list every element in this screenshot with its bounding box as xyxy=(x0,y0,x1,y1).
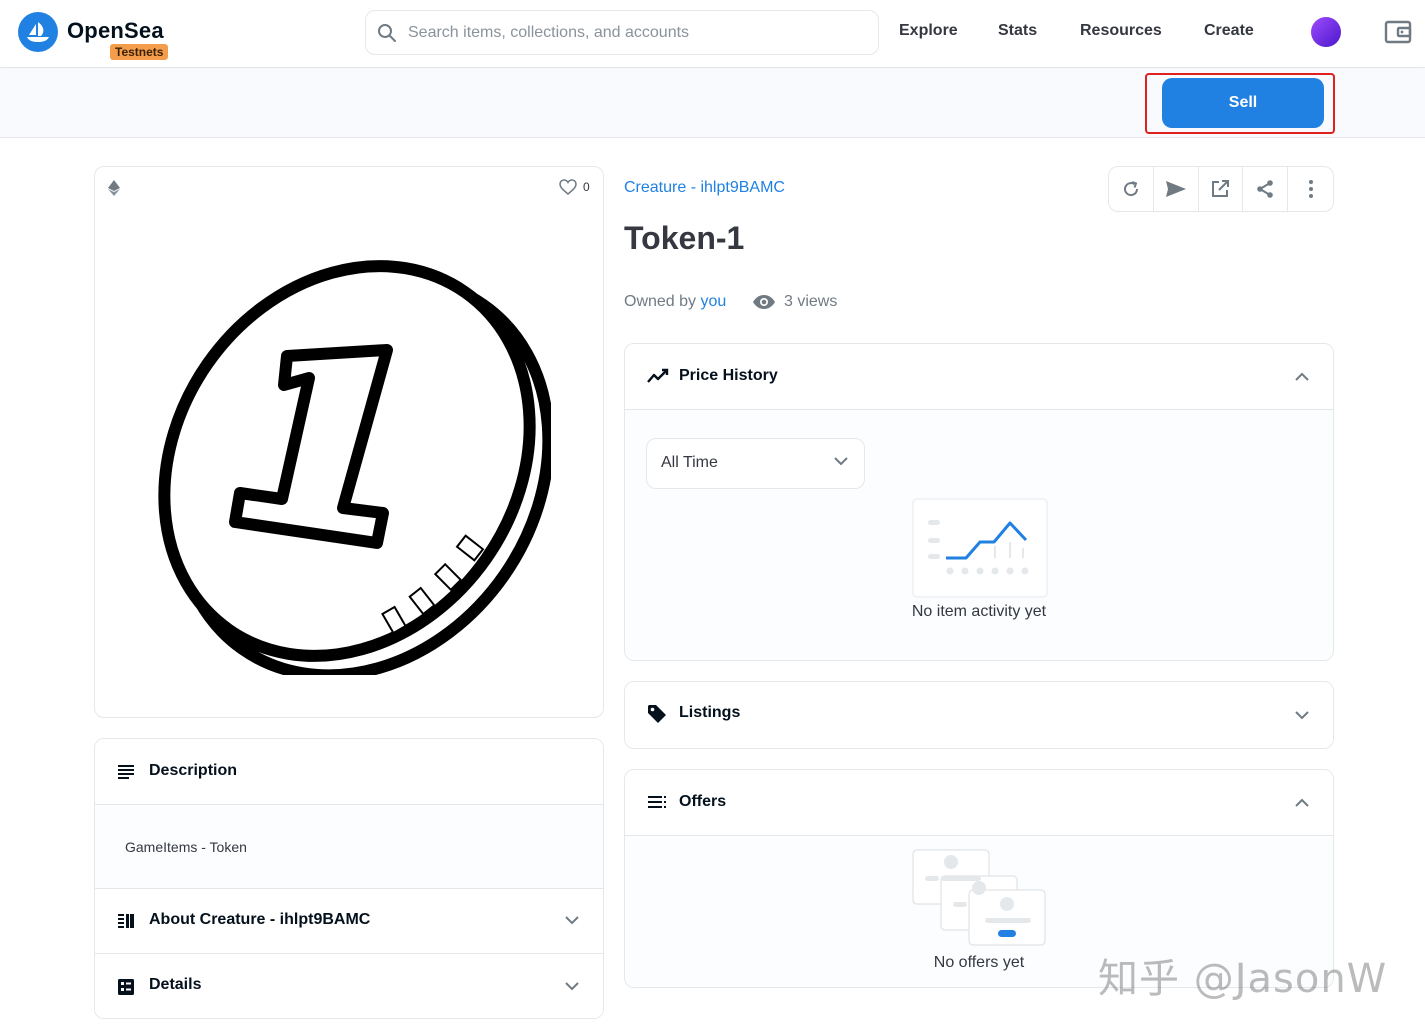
empty-offers-icon xyxy=(912,849,1046,946)
search-input[interactable] xyxy=(408,11,868,54)
view-count: 3 views xyxy=(752,293,837,311)
listings-accordion[interactable]: Listings xyxy=(624,681,1334,749)
price-history-header[interactable]: Price History xyxy=(625,344,1333,410)
details-grid-icon xyxy=(118,979,134,995)
offers-title: Offers xyxy=(679,793,727,810)
owned-by: Owned by you xyxy=(624,293,726,311)
details-title: Details xyxy=(149,976,202,993)
owner-link[interactable]: you xyxy=(701,293,727,310)
brand-name[interactable]: OpenSea xyxy=(67,18,164,44)
about-collection-accordion[interactable]: About Creature - ihlpt9BAMC xyxy=(95,889,603,954)
chevron-down-icon xyxy=(1295,711,1309,720)
send-icon xyxy=(1165,181,1186,197)
search-bar[interactable] xyxy=(365,10,879,55)
favorite-count: 0 xyxy=(583,180,590,194)
description-body: GameItems - Token xyxy=(95,805,603,889)
no-activity-text: No item activity yet xyxy=(911,603,1047,620)
asset-title: Token-1 xyxy=(624,220,745,256)
listings-header[interactable]: Listings xyxy=(625,682,1333,748)
price-tag-icon xyxy=(648,705,666,723)
description-title: Description xyxy=(149,762,238,779)
heart-icon xyxy=(559,179,577,195)
share-icon xyxy=(1257,180,1274,198)
nav-explore[interactable]: Explore xyxy=(899,22,958,40)
list-icon xyxy=(648,796,666,808)
asset-toolbar xyxy=(1108,166,1334,212)
trending-chart-icon xyxy=(647,368,669,383)
favorite-toggle[interactable]: 0 xyxy=(559,179,590,195)
empty-chart-icon xyxy=(912,498,1048,598)
more-options-button[interactable] xyxy=(1288,167,1333,211)
opensea-logo-icon[interactable] xyxy=(18,12,58,52)
asset-image-card: 0 xyxy=(94,166,604,718)
time-range-select[interactable]: All Time xyxy=(646,438,865,489)
description-panel-group: Description GameItems - Token About Crea… xyxy=(94,738,604,1019)
nav-resources[interactable]: Resources xyxy=(1080,22,1162,40)
refresh-icon xyxy=(1123,181,1138,197)
top-nav-bar: OpenSea Testnets Explore Stats Resources… xyxy=(0,0,1425,68)
watermark-text: 知乎 @JasonW xyxy=(1098,956,1388,1002)
search-icon xyxy=(378,24,396,42)
chevron-down-icon xyxy=(565,916,579,925)
chevron-down-icon xyxy=(565,982,579,991)
owner-action-bar: Sell xyxy=(0,69,1425,138)
external-link-icon xyxy=(1212,180,1230,197)
offers-header[interactable]: Offers xyxy=(625,770,1333,836)
price-history-panel: Price History All Time No item activity … xyxy=(624,343,1334,661)
text-lines-icon xyxy=(118,765,134,779)
testnets-badge: Testnets xyxy=(110,44,169,60)
price-history-body: All Time No item activity yet xyxy=(625,410,1333,660)
transfer-button[interactable] xyxy=(1154,167,1199,211)
ethereum-icon xyxy=(108,180,120,196)
chevron-up-icon xyxy=(1295,798,1309,807)
view-count-text: 3 views xyxy=(784,293,838,310)
description-header: Description xyxy=(95,739,603,805)
owned-by-label: Owned by xyxy=(624,293,697,310)
refresh-metadata-button[interactable] xyxy=(1109,167,1154,211)
about-collection-title: About Creature - ihlpt9BAMC xyxy=(149,911,371,928)
chevron-up-icon xyxy=(1295,372,1309,381)
nav-stats[interactable]: Stats xyxy=(998,22,1037,40)
profile-avatar[interactable] xyxy=(1311,17,1341,47)
eye-icon xyxy=(753,295,775,309)
listings-title: Listings xyxy=(679,704,741,721)
description-text: GameItems - Token xyxy=(125,839,247,855)
nav-create[interactable]: Create xyxy=(1204,22,1254,40)
time-range-value: All Time xyxy=(661,454,718,471)
wallet-icon[interactable] xyxy=(1384,18,1412,46)
details-accordion[interactable]: Details xyxy=(95,954,603,1018)
sell-button[interactable]: Sell xyxy=(1162,78,1324,128)
collection-link[interactable]: Creature - ihlpt9BAMC xyxy=(624,179,785,197)
price-history-title: Price History xyxy=(679,367,778,384)
coin-token-image[interactable] xyxy=(147,255,551,675)
share-button[interactable] xyxy=(1243,167,1289,211)
more-vertical-icon xyxy=(1308,180,1313,198)
list-detail-icon xyxy=(118,914,134,928)
chevron-down-icon xyxy=(834,457,848,466)
external-link-button[interactable] xyxy=(1199,167,1244,211)
